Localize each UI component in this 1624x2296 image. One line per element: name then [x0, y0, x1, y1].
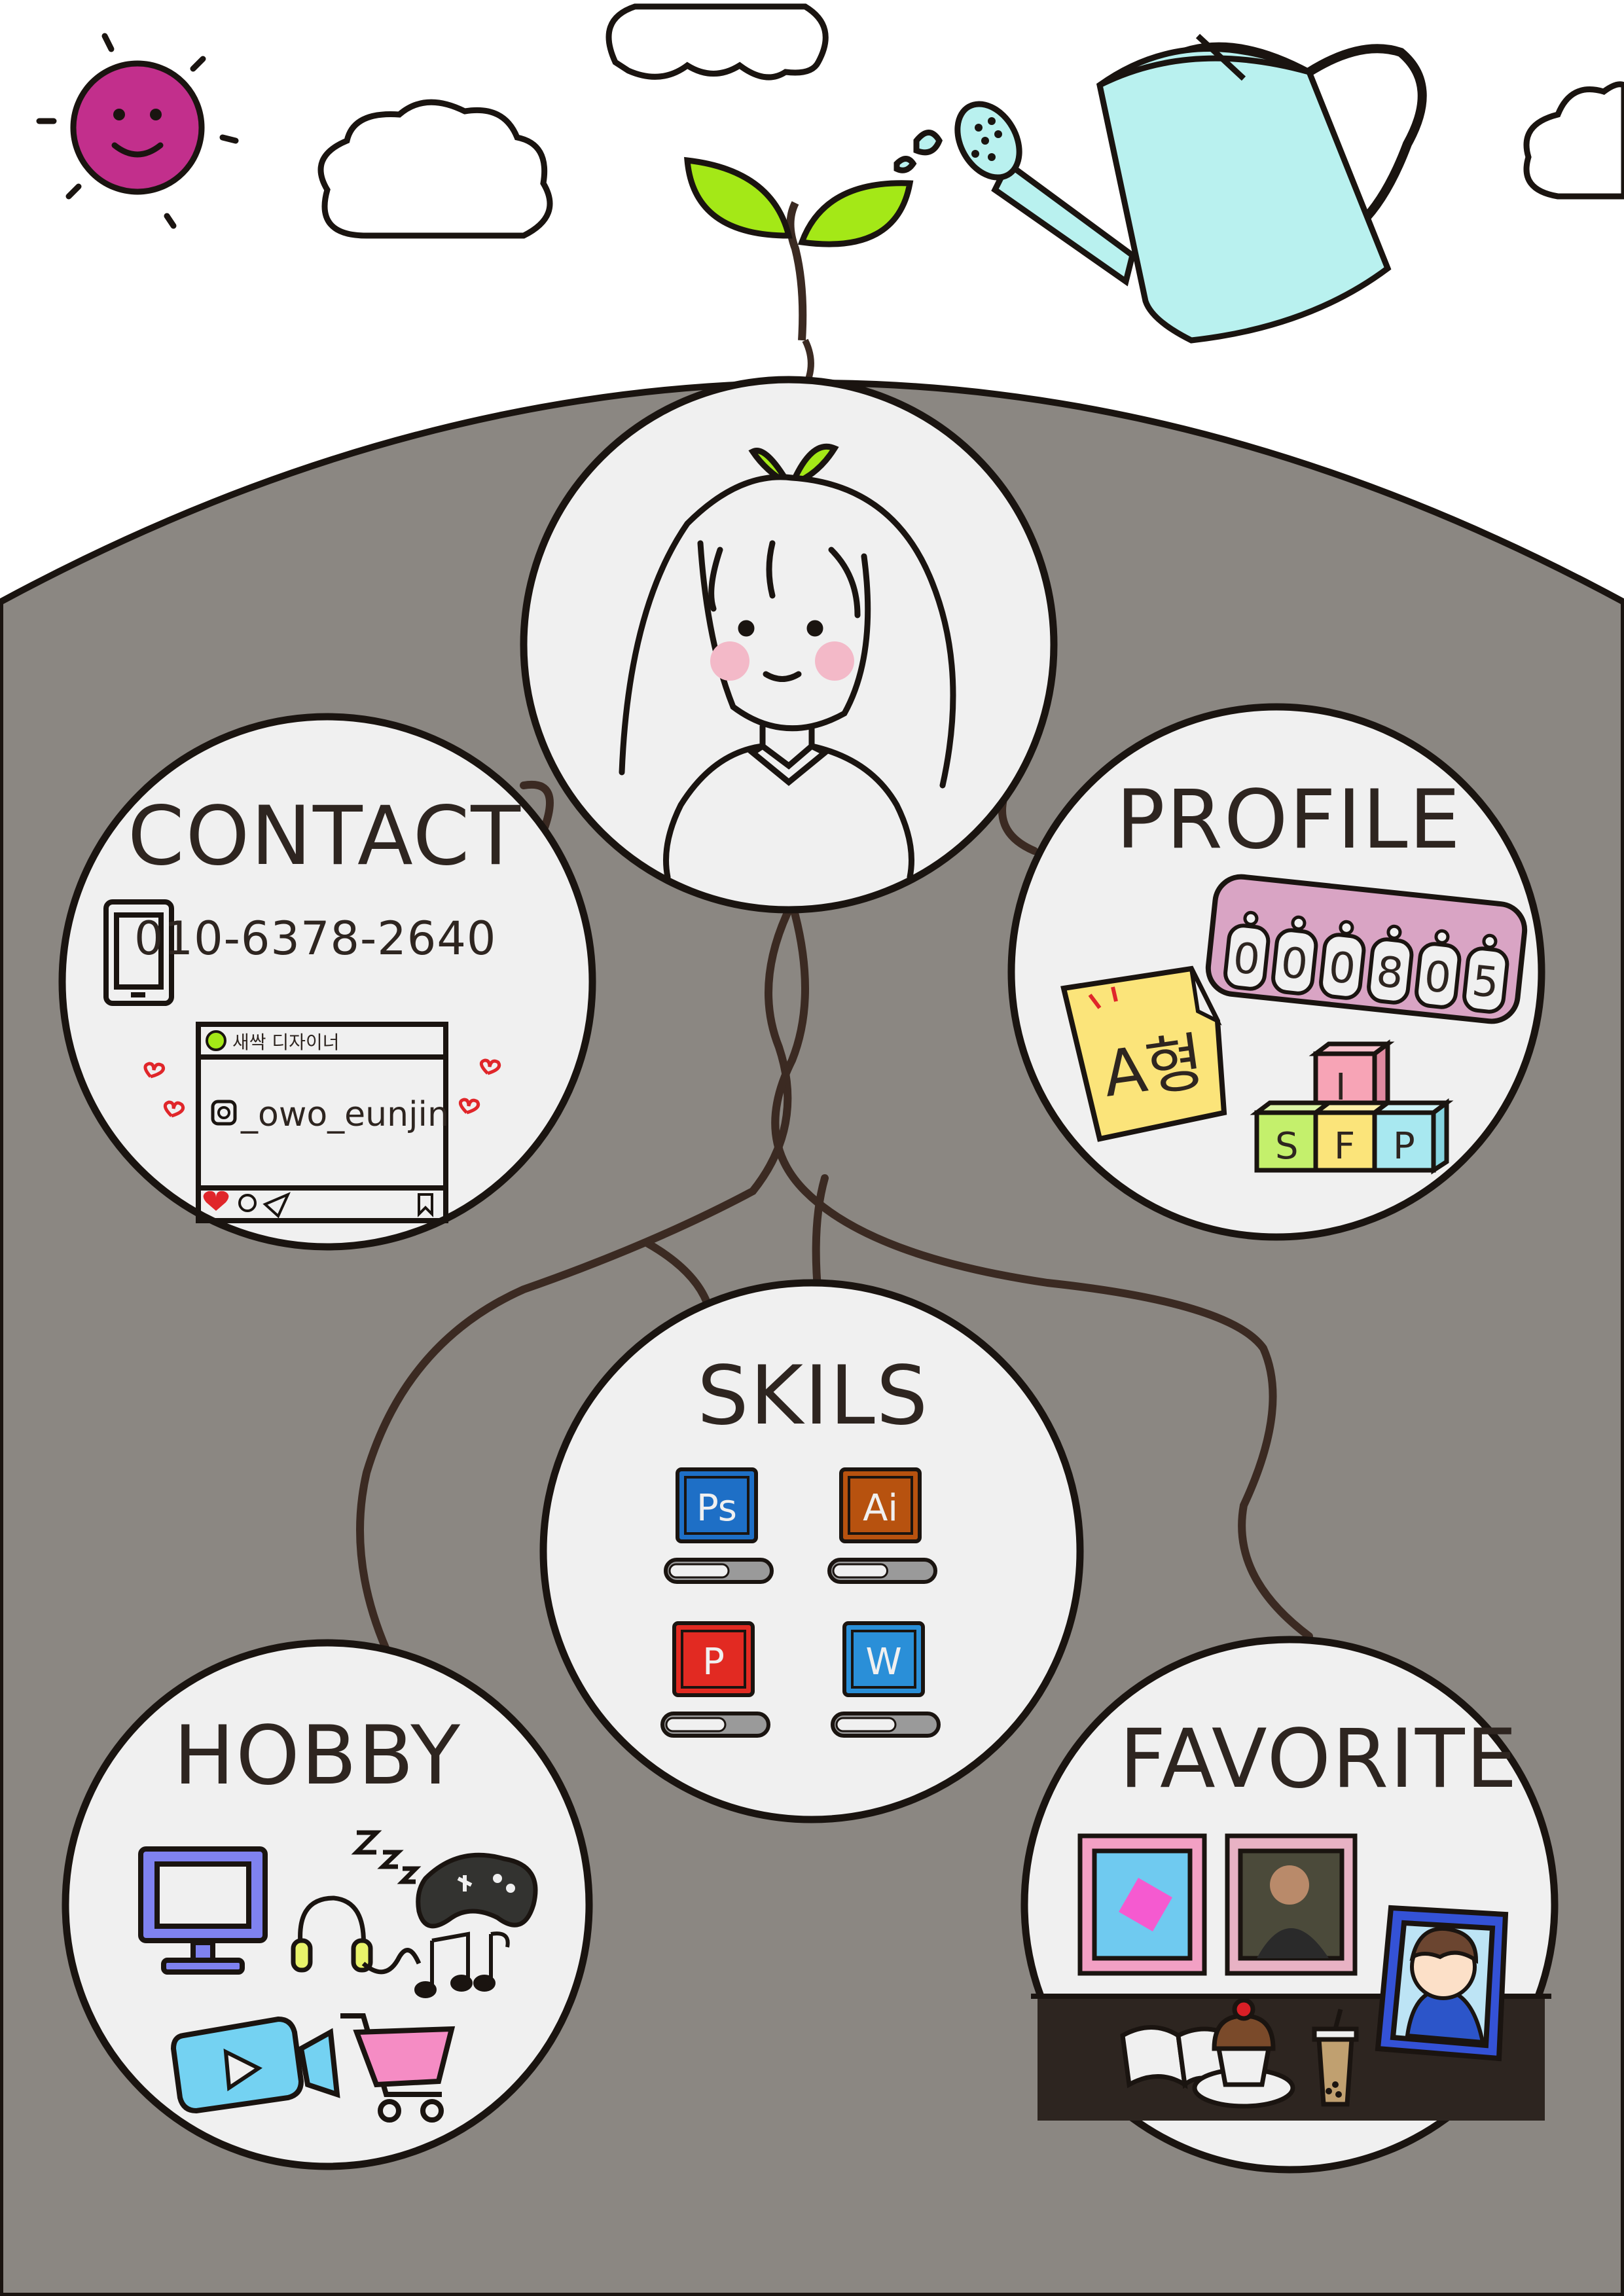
powerpoint-icon: P — [672, 1621, 755, 1697]
skill-level-bar — [664, 1558, 774, 1584]
digit-text: 5 — [1470, 957, 1501, 1008]
contact-title: CONTACT — [128, 789, 522, 884]
post-caption: 새싹 디자이너 — [232, 1031, 339, 1053]
skill-level-bar — [831, 1712, 941, 1738]
poster-canvas: CONTACT 010-6378-2640 새싹 디자이너 _owo_eunji… — [0, 3, 1624, 2296]
instagram-handle: _owo_eunjin — [240, 1095, 449, 1134]
skill-level-bar — [827, 1558, 937, 1584]
digit-text: 0 — [1278, 939, 1310, 990]
cloud-icon — [317, 99, 553, 239]
digit-text: 0 — [1422, 952, 1453, 1003]
favorite-title: FAVORITE — [1119, 1712, 1519, 1806]
blood-type: A형 — [1098, 1025, 1208, 1111]
profile-title: PROFILE — [1116, 773, 1462, 867]
skill-level-bar — [660, 1712, 770, 1738]
phone-number: 010-6378-2640 — [134, 912, 496, 965]
mbti-s: S — [1275, 1125, 1299, 1168]
photo-frame-icon — [1375, 1905, 1509, 2062]
illustrator-icon: Ai — [839, 1467, 922, 1543]
skill-icon-label: Ps — [696, 1487, 737, 1530]
mbti-p: P — [1393, 1125, 1415, 1168]
skill-icon-label: W — [865, 1641, 901, 1683]
digit-text: 0 — [1231, 934, 1262, 985]
skills-title: SKILS — [697, 1349, 929, 1443]
photoshop-icon: Ps — [676, 1467, 758, 1543]
watering-can-icon — [893, 33, 1427, 344]
skill-level-fill — [668, 1563, 730, 1579]
cloud-icon — [1523, 81, 1624, 200]
skill-icon-label: P — [702, 1641, 725, 1683]
skill-level-fill — [832, 1563, 888, 1579]
sprout-icon — [684, 156, 914, 395]
skill-level-fill — [665, 1717, 727, 1732]
hobby-title: HOBBY — [173, 1709, 461, 1803]
digit-text: 8 — [1374, 948, 1405, 999]
mbti-f: F — [1334, 1125, 1355, 1168]
mbti-i: I — [1335, 1066, 1346, 1109]
skill-level-fill — [835, 1717, 897, 1732]
cloud-icon — [605, 3, 829, 81]
word-icon: W — [842, 1621, 925, 1697]
skill-icon-label: Ai — [863, 1487, 898, 1530]
sun-icon — [36, 33, 239, 229]
digit-text: 0 — [1326, 943, 1358, 994]
